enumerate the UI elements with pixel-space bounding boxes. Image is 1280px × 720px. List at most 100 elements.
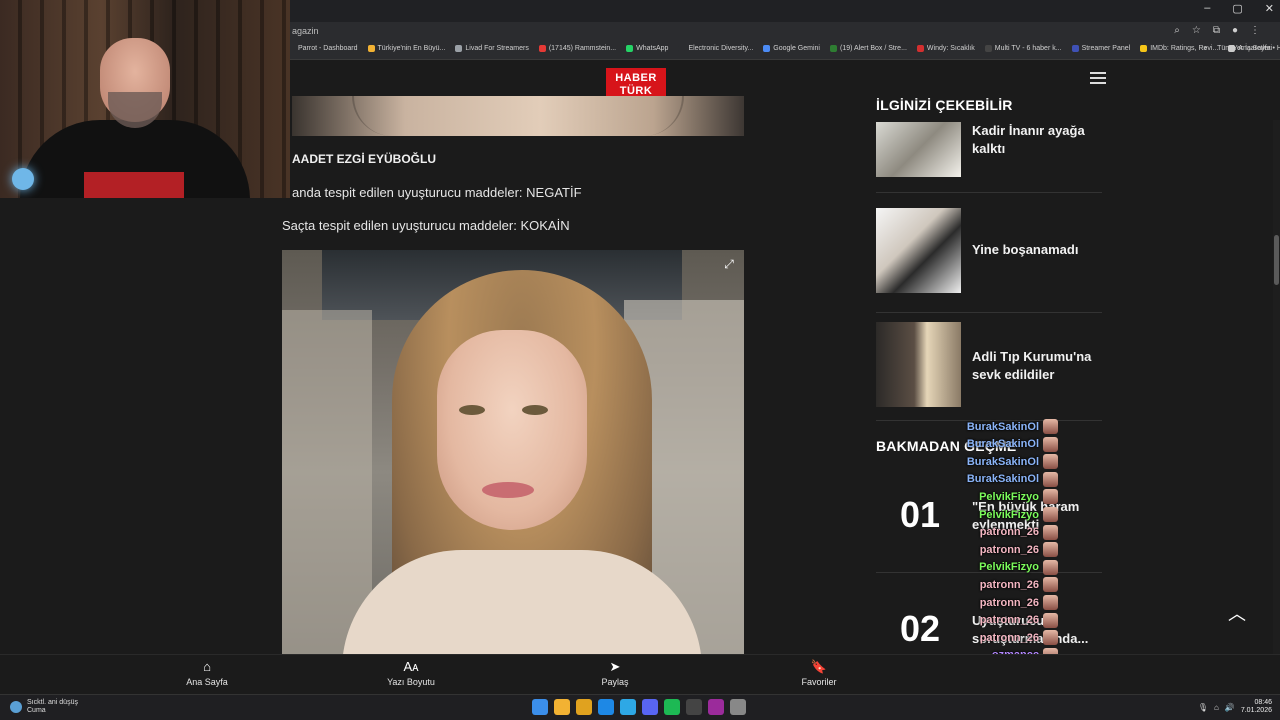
- bookmark-item[interactable]: (17145) Rammstein...: [538, 45, 616, 52]
- nav-share[interactable]: ➤ Paylaş: [575, 659, 655, 687]
- taskbar-app-icon[interactable]: [620, 699, 636, 715]
- scrollbar-thumb[interactable]: [1274, 235, 1279, 285]
- chat-row: patronn_26: [980, 629, 1058, 646]
- chat-avatar-icon: [1043, 559, 1058, 575]
- page-scrollbar[interactable]: [1273, 120, 1280, 714]
- taskbar-app-icon[interactable]: [554, 699, 570, 715]
- bookmark-favicon-icon: [763, 45, 771, 52]
- volume-icon[interactable]: 🔊: [1225, 703, 1235, 712]
- chat-avatar-icon: [1043, 489, 1058, 505]
- bookmark-item[interactable]: Livad For Streamers: [455, 45, 529, 52]
- article-photo: [282, 250, 744, 654]
- chat-avatar-icon: [1043, 595, 1058, 610]
- clock-date: 7.01.2026: [1240, 707, 1272, 714]
- bookmark-label: Google Gemini: [773, 45, 820, 52]
- photo-eye-right: [522, 405, 548, 415]
- star-icon[interactable]: ☆: [1192, 25, 1201, 36]
- chat-username[interactable]: BurakSakinOl: [967, 421, 1039, 433]
- nav-font-size[interactable]: Aᴀ Yazı Boyutu: [371, 659, 451, 687]
- extensions-icon[interactable]: ⧉: [1213, 25, 1220, 36]
- chat-username[interactable]: patronn_26: [980, 579, 1039, 591]
- bookmark-label: Streamer Panel: [1081, 45, 1131, 52]
- bookmark-item[interactable]: Electronic Diversity...: [678, 45, 753, 52]
- bookmark-item[interactable]: Türkiye'nin En Büyü...: [367, 45, 446, 52]
- divider: [876, 192, 1102, 193]
- nav-favorites[interactable]: 🔖 Favoriler: [779, 659, 859, 687]
- taskbar-app-icon[interactable]: [664, 699, 680, 715]
- taskbar-app-icon[interactable]: [708, 699, 724, 715]
- photo-face: [437, 330, 587, 530]
- bookmark-label: Livad For Streamers: [465, 45, 529, 52]
- sidebar-card-thumbnail[interactable]: [876, 322, 961, 407]
- clock-time: 08:46: [1254, 699, 1272, 706]
- chat-username[interactable]: PelvikFizyo: [979, 491, 1039, 503]
- taskbar-app-icon[interactable]: [686, 699, 702, 715]
- taskbar-app-icon[interactable]: [730, 699, 746, 715]
- address-text[interactable]: agazin: [292, 26, 319, 36]
- bookmark-favicon-icon: [1071, 45, 1079, 52]
- zoom-icon[interactable]: ⌕: [1174, 25, 1180, 36]
- chat-username[interactable]: PelvikFizyo: [979, 509, 1039, 521]
- sidebar-title-recommended: İLGİNİZİ ÇEKEBİLİR: [876, 97, 1013, 113]
- bookmarks-more-button[interactable]: »: [1203, 45, 1207, 52]
- chat-username[interactable]: patronn_26: [980, 544, 1039, 556]
- sidebar-card-thumbnail[interactable]: [876, 122, 961, 177]
- chat-username[interactable]: patronn_26: [980, 614, 1039, 626]
- bookmark-label: Türkiye'nin En Büyü...: [377, 45, 446, 52]
- network-icon[interactable]: ⌂: [1214, 703, 1219, 712]
- bookmark-favicon-icon: [538, 45, 546, 52]
- chat-avatar-icon: [1043, 454, 1058, 470]
- bookmark-item[interactable]: Multi TV - 6 haber k...: [984, 45, 1062, 52]
- chat-username[interactable]: BurakSakinOl: [967, 456, 1039, 468]
- weather-line-1: Sıcktl. ani düşüş: [27, 699, 78, 706]
- sidebar-card-caption[interactable]: Yine boşanamadı: [972, 241, 1102, 259]
- streamer-webcam: [0, 0, 290, 198]
- clock[interactable]: 08:46 7.01.2026: [1241, 699, 1272, 715]
- chat-avatar-icon: [1043, 630, 1058, 646]
- bookmark-favicon-icon: [626, 45, 634, 52]
- hamburger-menu-icon[interactable]: [1090, 72, 1106, 84]
- chat-username[interactable]: patronn_26: [980, 632, 1039, 644]
- scroll-to-top-icon[interactable]: ︿: [1228, 600, 1250, 624]
- nav-home-label: Ana Sayfa: [186, 677, 228, 687]
- profile-icon[interactable]: ●: [1232, 25, 1238, 36]
- weather-widget[interactable]: Sıcktl. ani düşüş Cuma: [10, 699, 78, 715]
- expand-icon[interactable]: ⤢: [722, 257, 736, 271]
- share-icon: ➤: [609, 659, 621, 674]
- bookmark-favicon-icon: [455, 45, 463, 52]
- chat-row: BurakSakinOl: [967, 436, 1058, 453]
- chat-username[interactable]: patronn_26: [980, 597, 1039, 609]
- sidebar-card-thumbnail[interactable]: [876, 208, 961, 293]
- bookmark-icon: 🔖: [810, 659, 828, 674]
- taskbar-app-icon[interactable]: [642, 699, 658, 715]
- bookmark-item[interactable]: Google Gemini: [763, 45, 820, 52]
- bookmark-item[interactable]: WhatsApp: [626, 45, 668, 52]
- nav-home[interactable]: ⌂ Ana Sayfa: [167, 659, 247, 687]
- bookmark-item[interactable]: Windy: Sıcaklık: [916, 45, 975, 52]
- taskbar-app-icon[interactable]: [532, 699, 548, 715]
- mic-icon[interactable]: 🎙: [1198, 703, 1208, 712]
- window-controls: – ▢ ✕: [1204, 2, 1274, 15]
- chat-row: PelvikFizyo: [979, 506, 1058, 523]
- photo-lips: [482, 482, 534, 498]
- chat-username[interactable]: BurakSakinOl: [967, 473, 1039, 485]
- maximize-button[interactable]: ▢: [1232, 2, 1242, 15]
- taskbar-app-icon[interactable]: [598, 699, 614, 715]
- chat-username[interactable]: BurakSakinOl: [967, 438, 1039, 450]
- sidebar-card-caption[interactable]: Adli Tıp Kurumu'na sevk edildiler: [972, 348, 1102, 384]
- bookmark-label: Electronic Diversity...: [688, 45, 754, 52]
- menu-dots-icon[interactable]: ⋮: [1250, 25, 1260, 36]
- sidebar-card-caption[interactable]: Kadir İnanır ayağa kalktı: [972, 122, 1102, 158]
- chat-username[interactable]: PelvikFizyo: [979, 561, 1039, 573]
- all-bookmarks-button[interactable]: Tüm Yer İşaretleri: [1217, 45, 1272, 52]
- close-button[interactable]: ✕: [1265, 2, 1274, 15]
- bookmark-item[interactable]: (19) Alert Box / Stre...: [829, 45, 907, 52]
- bookmark-item[interactable]: Parrot - Dashboard: [288, 45, 358, 52]
- nav-share-label: Paylaş: [601, 677, 629, 687]
- bookmark-item[interactable]: Streamer Panel: [1071, 45, 1131, 52]
- chat-username[interactable]: patronn_26: [980, 526, 1039, 538]
- minimize-button[interactable]: –: [1204, 2, 1210, 15]
- taskbar-app-icon[interactable]: [576, 699, 592, 715]
- chat-row: patronn_26: [980, 541, 1058, 558]
- ranked-number: 01: [900, 494, 941, 535]
